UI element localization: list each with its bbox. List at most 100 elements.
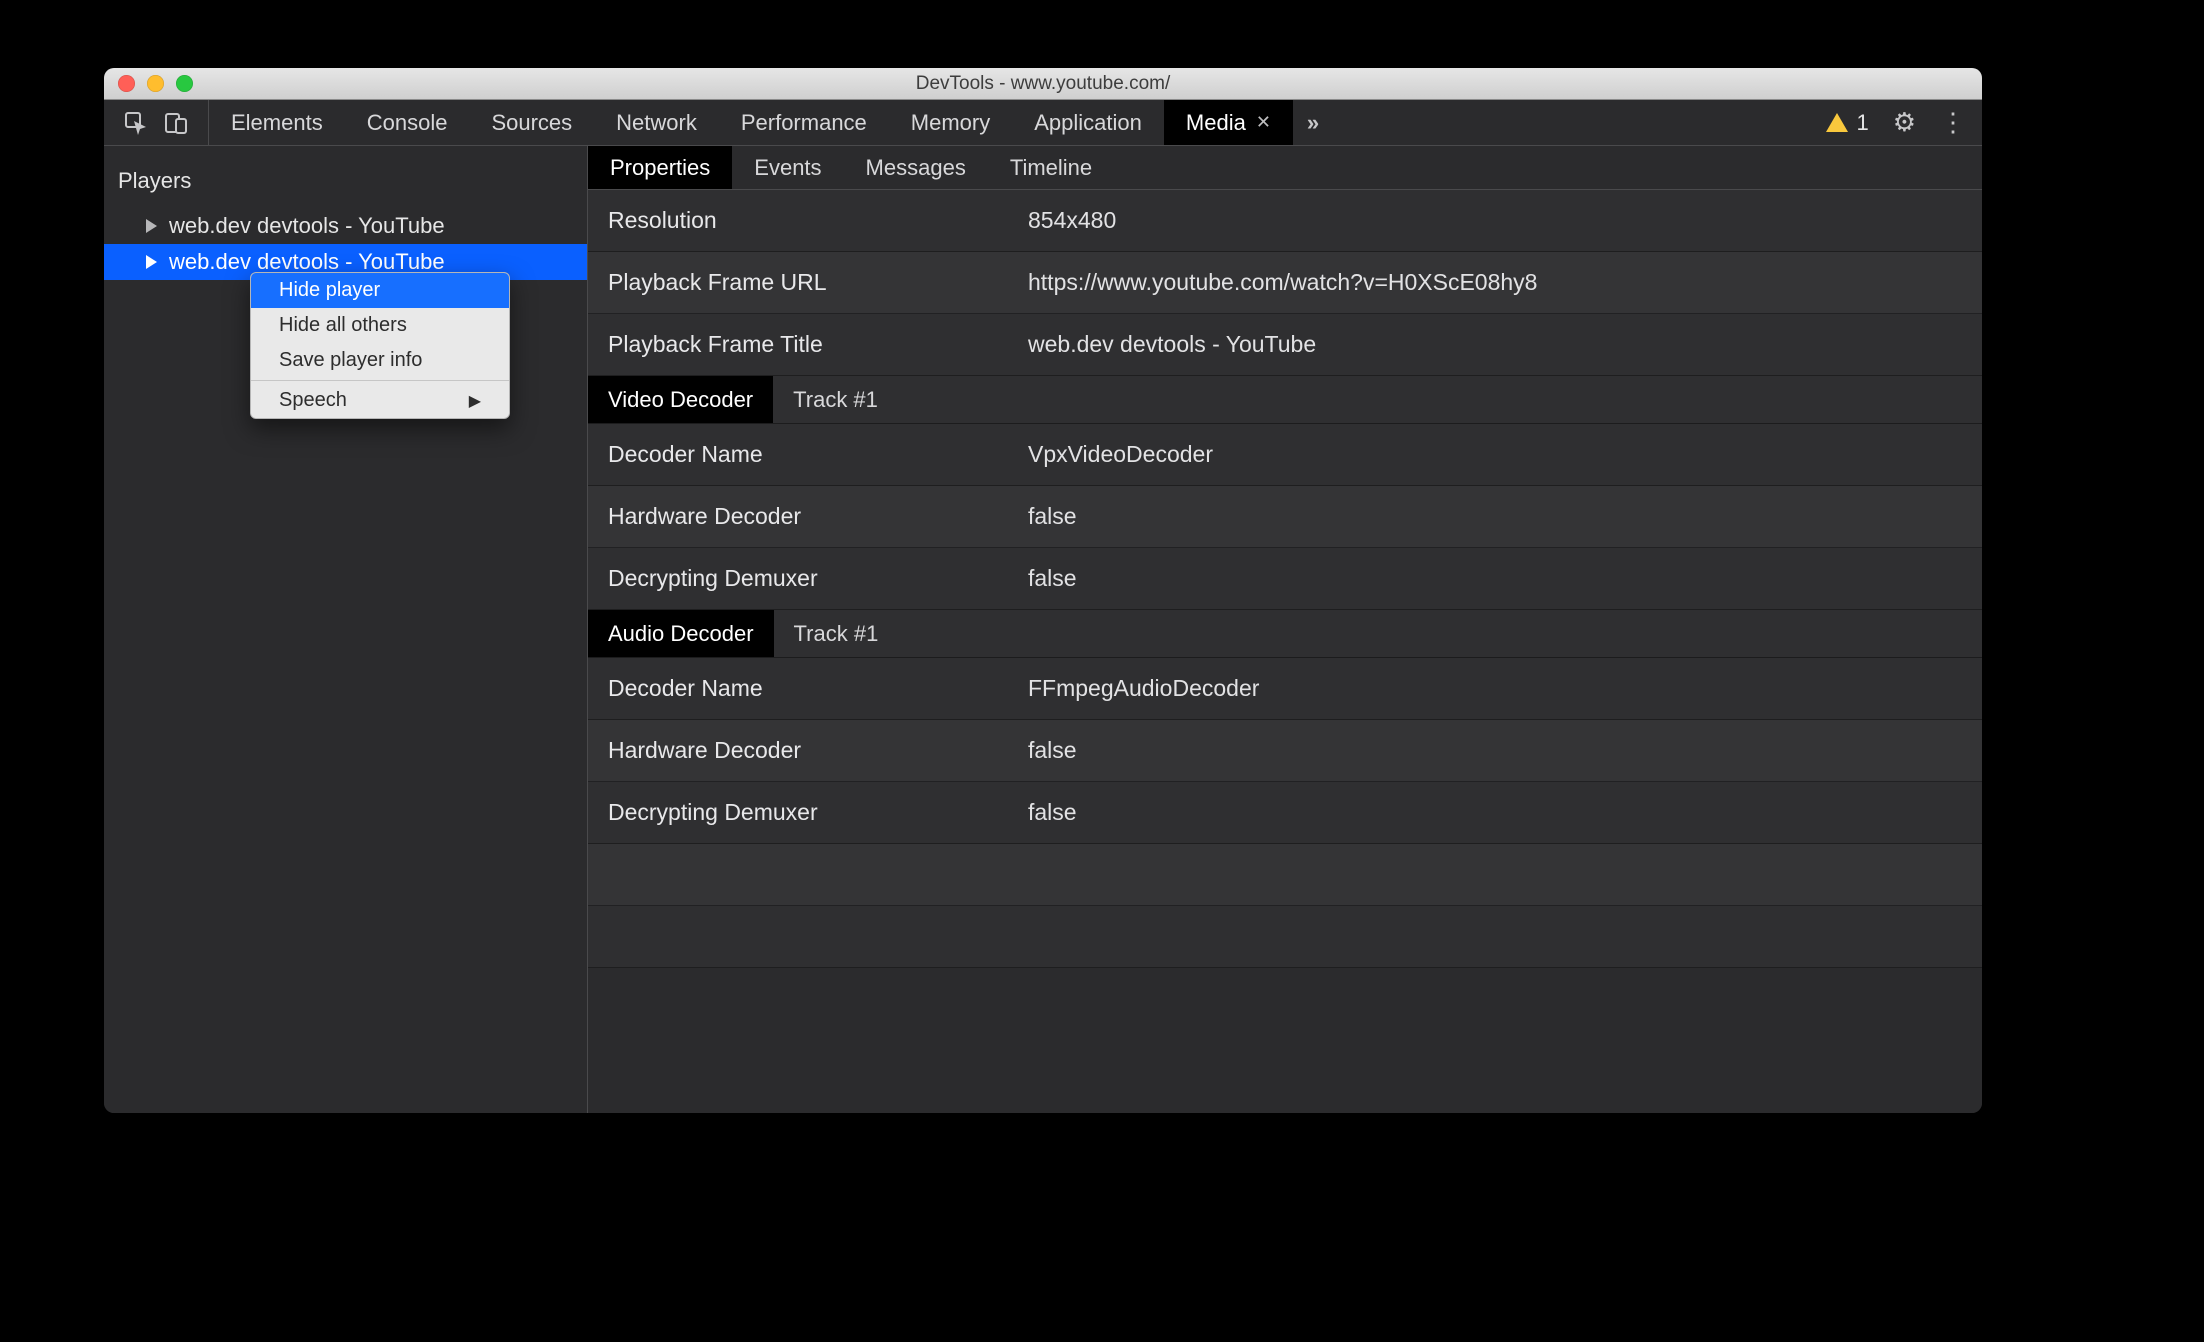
empty-row	[588, 906, 1982, 968]
property-value: FFmpegAudioDecoder	[1028, 675, 1259, 702]
table-row: Playback Frame Title web.dev devtools - …	[588, 314, 1982, 376]
detail-tab-properties[interactable]: Properties	[588, 146, 732, 189]
devtools-window: DevTools - www.youtube.com/ Elements Con…	[104, 68, 1982, 1113]
section-track: Track #1	[773, 376, 878, 423]
property-key: Decrypting Demuxer	[608, 799, 1028, 826]
titlebar: DevTools - www.youtube.com/	[104, 68, 1982, 100]
tab-console[interactable]: Console	[345, 100, 470, 145]
more-menu-button[interactable]: ⋮	[1940, 107, 1964, 138]
tab-elements[interactable]: Elements	[209, 100, 345, 145]
menu-item-label: Speech	[279, 389, 347, 412]
table-row: Decrypting Demuxer false	[588, 548, 1982, 610]
table-row: Decoder Name FFmpegAudioDecoder	[588, 658, 1982, 720]
menu-item-label: Save player info	[279, 349, 422, 372]
property-value: false	[1028, 503, 1077, 530]
table-row: Decrypting Demuxer false	[588, 782, 1982, 844]
tab-label: Console	[367, 110, 448, 136]
property-key: Decrypting Demuxer	[608, 565, 1028, 592]
tab-label: Media	[1186, 110, 1246, 136]
tab-application[interactable]: Application	[1012, 100, 1164, 145]
toolbar-right: 1 ⚙ ⋮	[1826, 100, 1982, 145]
detail-tab-events[interactable]: Events	[732, 146, 843, 189]
property-key: Decoder Name	[608, 441, 1028, 468]
more-tabs-button[interactable]: »	[1293, 100, 1333, 145]
tab-label: Network	[616, 110, 697, 136]
panel-body: Players web.dev devtools - YouTube web.d…	[104, 146, 1982, 1113]
tab-label: Properties	[610, 155, 710, 181]
detail-tab-messages[interactable]: Messages	[844, 146, 988, 189]
tab-label: Memory	[911, 110, 990, 136]
player-label: web.dev devtools - YouTube	[169, 213, 445, 239]
property-key: Hardware Decoder	[608, 503, 1028, 530]
property-value: false	[1028, 565, 1077, 592]
table-row: Resolution 854x480	[588, 190, 1982, 252]
settings-button[interactable]: ⚙	[1893, 107, 1916, 138]
property-value: 854x480	[1028, 207, 1116, 234]
context-menu-item-speech[interactable]: Speech ▶	[251, 383, 509, 418]
tab-label: Elements	[231, 110, 323, 136]
tab-label: Timeline	[1010, 155, 1092, 181]
warnings-button[interactable]: 1	[1826, 110, 1868, 136]
context-menu-item-hide-player[interactable]: Hide player	[251, 273, 509, 308]
properties-table: Resolution 854x480 Playback Frame URL ht…	[588, 190, 1982, 376]
table-row: Decoder Name VpxVideoDecoder	[588, 424, 1982, 486]
device-toolbar-icon[interactable]	[162, 109, 190, 137]
section-track: Track #1	[774, 610, 879, 657]
inspect-element-icon[interactable]	[122, 109, 150, 137]
property-value: VpxVideoDecoder	[1028, 441, 1213, 468]
section-title: Video Decoder	[588, 376, 773, 423]
table-row: Hardware Decoder false	[588, 720, 1982, 782]
tab-media[interactable]: Media ✕	[1164, 100, 1293, 145]
property-value: false	[1028, 799, 1077, 826]
menu-item-label: Hide all others	[279, 314, 407, 337]
video-decoder-table: Decoder Name VpxVideoDecoder Hardware De…	[588, 424, 1982, 610]
chevron-right-icon: ▶	[469, 391, 481, 411]
toolbar-icon-group	[104, 100, 209, 145]
audio-decoder-table: Decoder Name FFmpegAudioDecoder Hardware…	[588, 658, 1982, 844]
section-header-audio-decoder: Audio Decoder Track #1	[588, 610, 1982, 658]
section-title: Audio Decoder	[588, 610, 774, 657]
tab-label: Sources	[491, 110, 572, 136]
warning-icon	[1826, 113, 1848, 132]
media-sidebar: Players web.dev devtools - YouTube web.d…	[104, 146, 588, 1113]
table-row: Playback Frame URL https://www.youtube.c…	[588, 252, 1982, 314]
context-menu: Hide player Hide all others Save player …	[250, 272, 510, 419]
menu-divider	[251, 380, 509, 381]
table-row: Hardware Decoder false	[588, 486, 1982, 548]
gear-icon: ⚙	[1893, 107, 1916, 137]
player-list-item[interactable]: web.dev devtools - YouTube	[104, 208, 587, 244]
devtools-toolbar: Elements Console Sources Network Perform…	[104, 100, 1982, 146]
tab-memory[interactable]: Memory	[889, 100, 1012, 145]
chevron-right-icon: »	[1307, 110, 1319, 136]
property-key: Hardware Decoder	[608, 737, 1028, 764]
close-tab-icon[interactable]: ✕	[1256, 112, 1271, 133]
kebab-icon: ⋮	[1940, 107, 1964, 137]
window-title: DevTools - www.youtube.com/	[104, 73, 1982, 95]
property-key: Decoder Name	[608, 675, 1028, 702]
context-menu-item-save-player-info[interactable]: Save player info	[251, 343, 509, 378]
tab-label: Messages	[866, 155, 966, 181]
tab-label: Events	[754, 155, 821, 181]
panel-tabs: Elements Console Sources Network Perform…	[209, 100, 1293, 145]
detail-tab-timeline[interactable]: Timeline	[988, 146, 1114, 189]
tab-sources[interactable]: Sources	[469, 100, 594, 145]
sidebar-header: Players	[104, 146, 587, 208]
property-key: Playback Frame URL	[608, 269, 1028, 296]
media-detail: Properties Events Messages Timeline Reso…	[588, 146, 1982, 1113]
tab-network[interactable]: Network	[594, 100, 719, 145]
section-header-video-decoder: Video Decoder Track #1	[588, 376, 1982, 424]
property-value: https://www.youtube.com/watch?v=H0XScE08…	[1028, 269, 1537, 296]
property-value: false	[1028, 737, 1077, 764]
play-icon	[146, 219, 157, 233]
warning-count: 1	[1856, 110, 1868, 136]
context-menu-item-hide-all-others[interactable]: Hide all others	[251, 308, 509, 343]
tab-performance[interactable]: Performance	[719, 100, 889, 145]
tab-label: Performance	[741, 110, 867, 136]
property-key: Resolution	[608, 207, 1028, 234]
empty-row	[588, 844, 1982, 906]
tab-label: Application	[1034, 110, 1142, 136]
detail-tabs: Properties Events Messages Timeline	[588, 146, 1982, 190]
property-key: Playback Frame Title	[608, 331, 1028, 358]
play-icon	[146, 255, 157, 269]
property-value: web.dev devtools - YouTube	[1028, 331, 1316, 358]
